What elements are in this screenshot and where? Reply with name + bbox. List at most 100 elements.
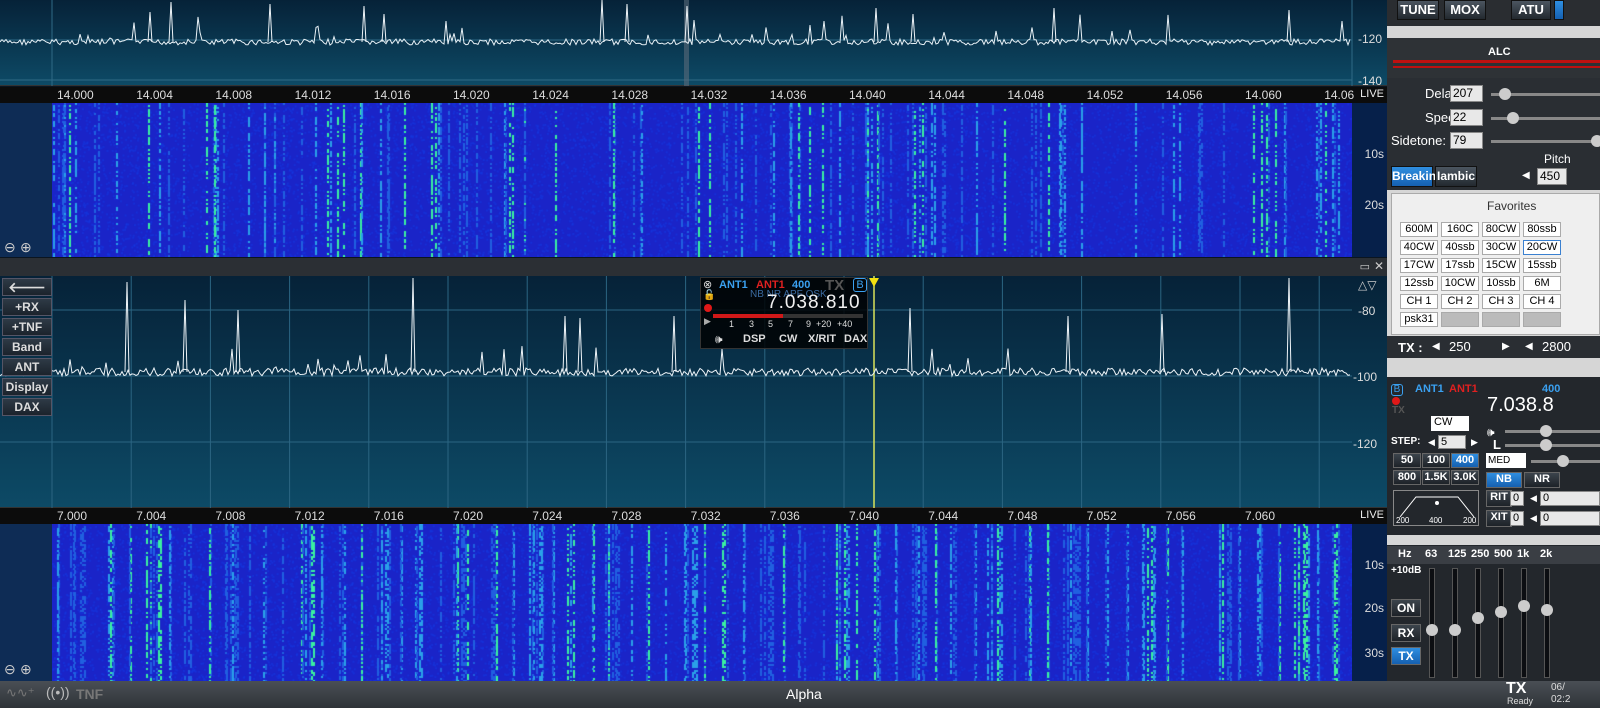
eq-band-slider[interactable] bbox=[1449, 568, 1461, 678]
slice-letter[interactable]: B bbox=[853, 278, 867, 292]
maximize-icon[interactable]: ▭ bbox=[1360, 260, 1370, 273]
favorite-button[interactable]: CH 2 bbox=[1441, 294, 1479, 309]
passband-display[interactable]: 200 400 200 bbox=[1393, 490, 1479, 526]
tx-low-down-icon[interactable]: ◀ bbox=[1432, 341, 1440, 352]
eq-band-slider[interactable] bbox=[1426, 568, 1438, 678]
zoom-out-icon[interactable]: ⊖ bbox=[4, 661, 16, 678]
favorite-button[interactable]: 15ssb bbox=[1523, 258, 1561, 273]
step-down-icon[interactable]: ◀ bbox=[1428, 437, 1435, 448]
slice-letter[interactable]: B bbox=[1391, 384, 1403, 396]
favorite-button[interactable]: 17CW bbox=[1400, 258, 1438, 273]
eq-band-slider[interactable] bbox=[1472, 568, 1484, 678]
filter-50-button[interactable]: 50 bbox=[1393, 453, 1421, 468]
eq-band-slider[interactable] bbox=[1541, 568, 1553, 678]
favorite-button[interactable]: 600M bbox=[1400, 222, 1438, 237]
rit-button[interactable]: RIT bbox=[1486, 490, 1512, 507]
zoom-out-icon[interactable]: ⊖ bbox=[4, 239, 16, 256]
iambic-button[interactable]: Iambic bbox=[1435, 166, 1477, 187]
waveform-icon[interactable]: ∿∿⁺ bbox=[6, 685, 35, 701]
rx-antenna[interactable]: ANT1 bbox=[719, 279, 748, 291]
xit-offset[interactable]: 0 bbox=[1540, 511, 1600, 526]
favorite-button[interactable]: 17ssb bbox=[1441, 258, 1479, 273]
bottom-panadapter[interactable]: -80 -100 -120 △▽ 🡐 +RX +TNF Band ANT Dis… bbox=[0, 276, 1390, 508]
mode-button[interactable]: CW bbox=[779, 333, 797, 345]
pitch-down-icon[interactable]: ◀ bbox=[1522, 170, 1530, 181]
favorite-button[interactable]: 6M bbox=[1523, 276, 1561, 291]
top-waterfall[interactable]: 10s 20s ⊖ ⊕ bbox=[0, 103, 1390, 257]
tune-button[interactable]: TUNE bbox=[1397, 0, 1439, 20]
favorite-button[interactable]: 160C bbox=[1441, 222, 1479, 237]
rit-down-icon[interactable]: ◀ bbox=[1530, 493, 1537, 504]
xit-down-icon[interactable]: ◀ bbox=[1530, 513, 1537, 524]
add-tnf-button[interactable]: +TNF bbox=[2, 318, 52, 336]
favorite-button[interactable]: 20CW bbox=[1523, 240, 1561, 255]
filter-100-button[interactable]: 100 bbox=[1422, 453, 1450, 468]
delay-slider[interactable] bbox=[1491, 88, 1600, 100]
agc-select[interactable]: MED bbox=[1486, 453, 1526, 468]
zoom-in-icon[interactable]: ⊕ bbox=[20, 661, 32, 678]
play-icon[interactable]: ▶ bbox=[704, 316, 711, 327]
filter-400-button[interactable]: 400 bbox=[1451, 453, 1479, 468]
nb-button[interactable]: NB bbox=[1486, 472, 1522, 488]
lock-icon[interactable]: 🔓 bbox=[703, 290, 715, 301]
slice-flag[interactable]: ⊗ 🔓 ▶ ANT1 ANT1 400 NB NR APF QSK TX B 7… bbox=[700, 277, 868, 349]
xrit-button[interactable]: X/RIT bbox=[808, 333, 836, 345]
speed-slider[interactable] bbox=[1491, 112, 1600, 124]
agc-threshold-slider[interactable] bbox=[1531, 455, 1600, 467]
favorite-button[interactable] bbox=[1523, 312, 1561, 327]
step-input[interactable]: 5 bbox=[1438, 435, 1466, 449]
top-frequency-scale[interactable]: LIVE 14.000 14.004 14.008 14.012 14.016 14.02… bbox=[0, 87, 1390, 103]
mox-button[interactable]: MOX bbox=[1444, 0, 1486, 20]
favorite-button[interactable]: 40ssb bbox=[1441, 240, 1479, 255]
favorite-button[interactable]: CH 1 bbox=[1400, 294, 1438, 309]
audio-pan-slider[interactable] bbox=[1505, 439, 1600, 451]
favorite-button[interactable]: 10CW bbox=[1441, 276, 1479, 291]
band-button[interactable]: Band bbox=[2, 338, 52, 356]
eq-tx-button[interactable]: TX bbox=[1391, 647, 1421, 665]
rit-offset[interactable]: 0 bbox=[1540, 491, 1600, 506]
tx-low-value[interactable]: 250 bbox=[1449, 339, 1471, 354]
filter-1.5k-button[interactable]: 1.5K bbox=[1422, 470, 1450, 485]
top-panadapter[interactable]: -120 -140 bbox=[0, 0, 1390, 88]
xit-value[interactable]: 0 bbox=[1510, 511, 1524, 526]
tx-low-up-icon[interactable]: ▶ bbox=[1502, 341, 1510, 352]
mem-button[interactable] bbox=[1554, 0, 1564, 20]
slice-frequency[interactable]: 7.038.810 bbox=[767, 292, 861, 314]
eq-band-slider[interactable] bbox=[1495, 568, 1507, 678]
filter-3.0k-button[interactable]: 3.0K bbox=[1451, 470, 1479, 485]
dax-slice-button[interactable]: DAX bbox=[844, 333, 867, 345]
bottom-frequency-scale[interactable]: LIVE 7.000 7.004 7.008 7.012 7.016 7.020 7.024… bbox=[0, 508, 1390, 524]
favorite-button[interactable]: 30CW bbox=[1482, 240, 1520, 255]
filter-800-button[interactable]: 800 bbox=[1393, 470, 1421, 485]
favorite-button[interactable]: CH 3 bbox=[1482, 294, 1520, 309]
triangle-up-icon[interactable]: △▽ bbox=[1358, 278, 1376, 292]
favorite-button[interactable]: CH 4 bbox=[1523, 294, 1561, 309]
mode-select[interactable]: CW bbox=[1431, 416, 1469, 431]
speaker-icon[interactable]: 🕪 bbox=[715, 332, 723, 347]
close-icon[interactable]: ✕ bbox=[1374, 259, 1384, 273]
favorite-button[interactable]: 12ssb bbox=[1400, 276, 1438, 291]
favorite-button[interactable]: 40CW bbox=[1400, 240, 1438, 255]
dax-button[interactable]: DAX bbox=[2, 398, 52, 416]
speed-input[interactable]: 22 bbox=[1450, 109, 1483, 126]
favorite-button[interactable]: 80ssb bbox=[1523, 222, 1561, 237]
network-icon[interactable]: ((•)) bbox=[46, 684, 70, 700]
atu-button[interactable]: ATU bbox=[1511, 0, 1551, 20]
eq-rx-button[interactable]: RX bbox=[1391, 624, 1421, 642]
xit-button[interactable]: XIT bbox=[1486, 510, 1512, 527]
zoom-in-icon[interactable]: ⊕ bbox=[20, 239, 32, 256]
dsp-button[interactable]: DSP bbox=[743, 333, 766, 345]
favorite-button[interactable]: psk31 bbox=[1400, 312, 1438, 327]
favorite-button[interactable] bbox=[1482, 312, 1520, 327]
delay-input[interactable]: 207 bbox=[1450, 85, 1483, 102]
display-button[interactable]: Display bbox=[2, 378, 52, 396]
pitch-input[interactable]: 450 bbox=[1537, 168, 1567, 185]
breakin-button[interactable]: Breakin bbox=[1391, 166, 1436, 187]
add-rx-button[interactable]: +RX bbox=[2, 298, 52, 316]
eq-band-slider[interactable] bbox=[1518, 568, 1530, 678]
back-arrow-button[interactable]: 🡐 bbox=[2, 278, 52, 296]
favorite-button[interactable] bbox=[1441, 312, 1479, 327]
eq-on-button[interactable]: ON bbox=[1391, 599, 1421, 617]
rx-antenna[interactable]: ANT1 bbox=[1415, 383, 1444, 395]
favorite-button[interactable]: 80CW bbox=[1482, 222, 1520, 237]
